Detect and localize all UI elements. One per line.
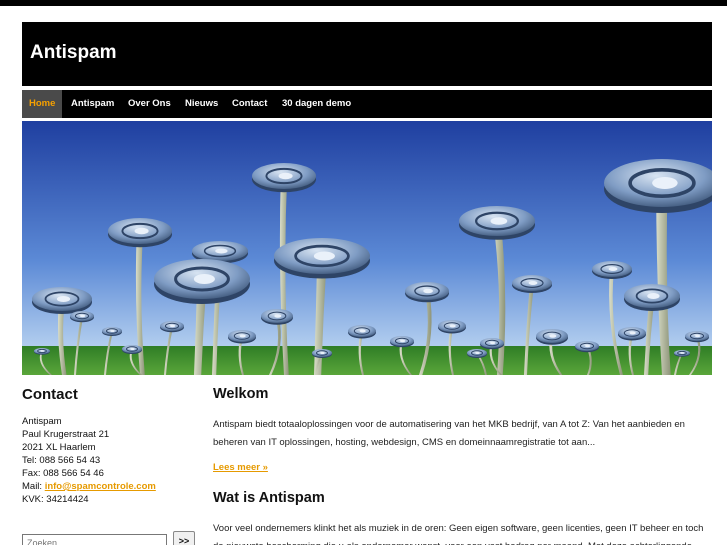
search-button[interactable]: >> <box>173 531 195 545</box>
about-text: Voor veel ondernemers klinkt het als muz… <box>213 523 704 545</box>
at-sign-flower-field-icon <box>22 121 712 375</box>
phone-number: Tel: 088 566 54 43 <box>22 455 101 466</box>
read-more-link[interactable]: Lees meer » <box>213 462 268 473</box>
nav-item-antispam[interactable]: Antispam <box>64 90 121 118</box>
mail-prefix: Mail: <box>22 481 45 492</box>
nav-item-demo[interactable]: 30 dagen demo <box>275 90 358 118</box>
about-section: Wat is Antispam Voor veel ondernemers kl… <box>213 490 712 545</box>
fax-number: Fax: 088 566 54 46 <box>22 468 104 479</box>
kvk-number: KVK: 34214424 <box>22 494 89 505</box>
top-strip <box>0 0 727 6</box>
nav-item-nieuws[interactable]: Nieuws <box>178 90 225 118</box>
nav-item-home[interactable]: Home <box>22 90 63 118</box>
city-address: 2021 XL Haarlem <box>22 442 96 453</box>
welcome-text: Antispam biedt totaaloplossingen voor de… <box>213 419 685 448</box>
contact-sidebar: Contact Antispam Paul Krugerstraat 21 20… <box>22 386 197 506</box>
main-content: Welkom Antispam biedt totaaloplossingen … <box>213 386 712 475</box>
main-nav: Home Antispam Over Ons Nieuws Contact 30… <box>22 90 712 118</box>
nav-item-over-ons[interactable]: Over Ons <box>121 90 178 118</box>
site-title[interactable]: Antispam <box>30 42 117 64</box>
street-address: Paul Krugerstraat 21 <box>22 429 110 440</box>
nav-item-contact[interactable]: Contact <box>225 90 274 118</box>
banner-image <box>22 121 712 375</box>
company-name: Antispam <box>22 416 62 427</box>
mail-link[interactable]: info@spamcontrole.com <box>45 481 156 492</box>
sidebar-title: Contact <box>22 386 78 403</box>
welcome-title: Welkom <box>213 386 269 402</box>
search-input[interactable] <box>22 534 167 545</box>
about-title: Wat is Antispam <box>213 490 325 506</box>
mail-line: Mail: info@spamcontrole.com <box>22 480 197 493</box>
site-header: Antispam <box>22 22 712 86</box>
